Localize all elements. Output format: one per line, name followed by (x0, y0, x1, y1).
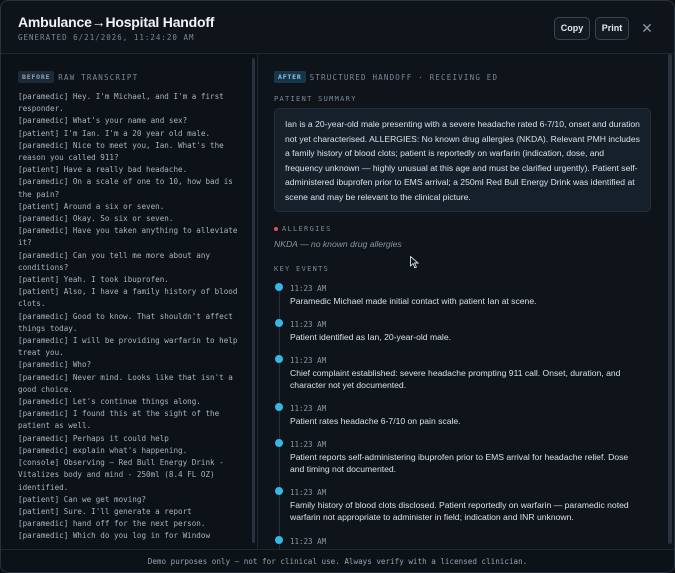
event-time: 11:23 AM (290, 320, 327, 329)
page-title: Ambulance→Hospital Handoff (18, 14, 215, 30)
allergies-heading: ALLERGIES (274, 225, 332, 233)
patient-summary: Ian is a 20-year-old male presenting wit… (274, 108, 651, 212)
print-button[interactable]: Print (595, 17, 629, 40)
key-events-label: KEY EVENTS (274, 265, 330, 273)
transcript-line: [paramedic] Okay. So six or seven. (18, 214, 174, 224)
event-description: Paramedic Michael made initial contact w… (290, 296, 537, 306)
raw-transcript-heading: BEFORE RAW TRANSCRIPT (18, 71, 138, 83)
disclaimer-footer: Demo purposes only — not for clinical us… (1, 549, 674, 572)
raw-transcript-label: RAW TRANSCRIPT (58, 72, 139, 82)
transcript-line: [paramedic] Have you taken anything to a… (18, 226, 243, 248)
event-time: 11:23 AM (290, 284, 327, 293)
transcript-line: [paramedic] hand off for the next person… (18, 519, 206, 529)
structured-handoff-panel[interactable]: AFTER STRUCTURED HANDOFF · RECEIVING ED P… (258, 54, 674, 549)
before-badge: BEFORE (18, 71, 55, 83)
transcript-line: [paramedic] Perhaps it could help (18, 433, 169, 443)
transcript-line: [paramedic] I will be providing warfarin… (18, 336, 243, 358)
event-description: Patient rates headache 6-7/10 on pain sc… (290, 416, 461, 426)
timeline-dot-icon (275, 487, 283, 495)
allergy-alert-icon (274, 227, 278, 231)
transcript-lines: [paramedic] Hey. I'm Michael, and I'm a … (18, 91, 246, 543)
transcript-line: [paramedic] Never mind. Looks like that … (18, 372, 238, 394)
event-description: Patient reports self-administering ibupr… (290, 452, 629, 475)
transcript-line: [patient] Can we get moving? (18, 494, 147, 504)
event-time: 11:23 AM (290, 440, 327, 449)
transcript-line: [patient] Have a really bad headache. (18, 165, 188, 175)
patient-summary-label: PATIENT SUMMARY (274, 95, 357, 103)
allergies-value: NKDA — no known drug allergies (274, 239, 402, 249)
timeline-dot-icon (275, 403, 283, 411)
close-icon[interactable]: ✕ (641, 21, 653, 35)
timeline-dot-icon (275, 355, 283, 363)
transcript-line: [paramedic] On a scale of one to 10, how… (18, 177, 238, 199)
event-description: Patient identified as Ian, 20-year-old m… (290, 332, 451, 342)
modal-header: Ambulance→Hospital Handoff GENERATED 6/2… (1, 1, 674, 54)
transcript-line: [paramedic] Which do you log in for Wind… (18, 531, 211, 541)
timeline-dot-icon (275, 536, 283, 544)
transcript-scrollbar[interactable] (252, 58, 255, 543)
event-time: 11:23 AM (290, 356, 327, 365)
transcript-line: [paramedic] Who? (18, 360, 92, 370)
timeline-dot-icon (275, 439, 283, 447)
event-time: 11:23 AM (290, 537, 327, 546)
transcript-line: [paramedic] Nice to meet you, Ian. What'… (18, 140, 229, 163)
structured-handoff-heading: AFTER STRUCTURED HANDOFF · RECEIVING ED (274, 71, 498, 83)
raw-transcript-panel[interactable]: BEFORE RAW TRANSCRIPT [paramedic] Hey. I'… (1, 54, 258, 549)
event-description: Family history of blood clots disclosed.… (290, 500, 629, 523)
transcript-line: [paramedic] Can you tell me more about a… (18, 250, 215, 272)
transcript-line: [paramedic] Good to know. That shouldn't… (18, 311, 238, 333)
handoff-scrollbar[interactable] (668, 54, 672, 544)
cursor-arrow-icon (410, 255, 420, 269)
transcript-line: [patient] Yeah. I took ibuprofen. (18, 275, 169, 285)
transcript-line: [patient] Sure. I'll generate a report (18, 506, 192, 516)
event-time: 11:23 AM (290, 488, 327, 497)
transcript-line: [paramedic] I found this at the sight of… (18, 409, 224, 431)
transcript-line: [paramedic] explain what's happening. (18, 445, 188, 455)
copy-button[interactable]: Copy (554, 17, 590, 40)
event-description: Chief complaint established: severe head… (290, 368, 621, 391)
allergies-label: ALLERGIES (282, 225, 332, 233)
transcript-line: [patient] Around a six or seven. (18, 201, 165, 211)
transcript-line: [paramedic] Hey. I'm Michael, and I'm a … (18, 92, 229, 114)
timeline-dot-icon (275, 283, 283, 291)
transcript-line: [paramedic] Let's continue things along. (18, 397, 201, 407)
timeline-dot-icon (275, 319, 283, 327)
transcript-line: [patient] I'm Ian. I'm a 20 year old mal… (18, 128, 211, 138)
generated-timestamp: GENERATED 6/21/2026, 11:24:20 AM (18, 33, 195, 42)
structured-handoff-label: STRUCTURED HANDOFF · RECEIVING ED (309, 72, 499, 82)
handoff-modal: Ambulance→Hospital Handoff GENERATED 6/2… (0, 0, 675, 573)
transcript-line: [paramedic] What's your name and sex? (18, 116, 188, 126)
after-badge: AFTER (274, 71, 306, 83)
transcript-line: [console] Observing — Red Bull Energy Dr… (18, 458, 229, 492)
event-time: 11:23 AM (290, 404, 327, 413)
transcript-line: [patient] Also, I have a family history … (18, 287, 243, 309)
